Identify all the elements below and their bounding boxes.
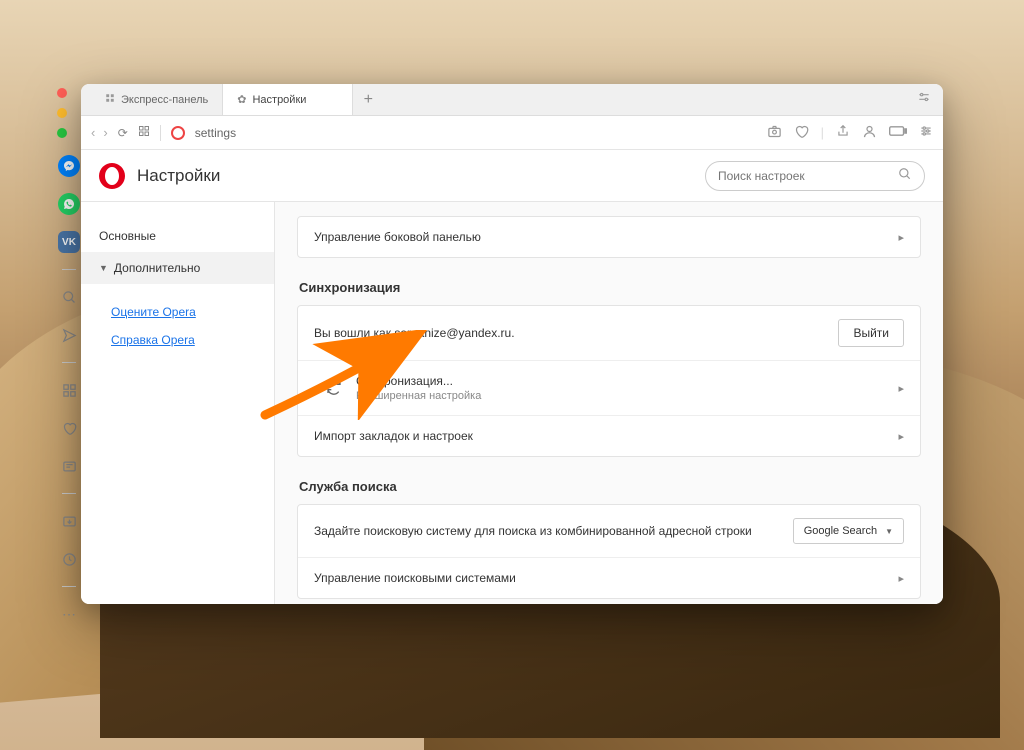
chevron-right-icon: ▸ xyxy=(898,231,904,244)
heart-icon[interactable] xyxy=(58,417,80,439)
send-icon[interactable] xyxy=(58,324,80,346)
chevron-down-icon: ▼ xyxy=(99,263,108,273)
messenger-icon[interactable] xyxy=(58,155,80,177)
browser-sidebar: VK ⋯ xyxy=(57,145,81,625)
page-title: Настройки xyxy=(137,166,220,186)
tab-label: Экспресс-панель xyxy=(121,94,208,106)
share-icon[interactable] xyxy=(836,124,850,141)
row-label: Задайте поисковую систему для поиска из … xyxy=(314,523,793,540)
opera-logo xyxy=(99,163,125,189)
tab-settings[interactable]: ✿ Настройки xyxy=(223,84,353,115)
row-sync-settings[interactable]: Синхронизация... Расширенная настройка ▸ xyxy=(298,360,920,415)
chevron-right-icon: ▸ xyxy=(898,430,904,443)
nav-help-link[interactable]: Справка Opera xyxy=(81,326,274,354)
settings-content[interactable]: Управление боковой панелью ▸ Синхронизац… xyxy=(275,202,943,604)
settings-search[interactable] xyxy=(705,161,925,191)
logged-in-text: Вы вошли как sorganize@yandex.ru. xyxy=(314,326,515,340)
search-engine-select[interactable]: Google Search ▼ xyxy=(793,518,904,544)
window-traffic-lights xyxy=(57,88,67,138)
new-tab-button[interactable]: + xyxy=(353,84,383,115)
chevron-right-icon: ▸ xyxy=(898,572,904,585)
tab-label: Настройки xyxy=(252,94,306,106)
close-window-icon[interactable] xyxy=(57,88,67,98)
opera-logo-icon xyxy=(171,126,185,140)
heart-outline-icon[interactable] xyxy=(794,124,809,142)
minimize-window-icon[interactable] xyxy=(57,108,67,118)
chevron-down-icon: ▼ xyxy=(885,527,893,536)
grid-icon xyxy=(105,93,115,106)
row-label: Управление поисковыми системами xyxy=(314,571,516,585)
row-text: Синхронизация... Расширенная настройка xyxy=(356,374,481,402)
row-label: Управление боковой панелью xyxy=(314,230,481,244)
tab-bar: Экспресс-панель ✿ Настройки + xyxy=(81,84,943,116)
section-search-title: Служба поиска xyxy=(299,479,921,494)
settings-header: Настройки xyxy=(81,150,943,202)
row-label: Импорт закладок и настроек xyxy=(314,429,473,443)
speed-dial-icon[interactable] xyxy=(58,379,80,401)
news-icon[interactable] xyxy=(58,455,80,477)
gear-icon: ✿ xyxy=(237,93,246,106)
row-manage-sidebar[interactable]: Управление боковой панелью ▸ xyxy=(298,217,920,257)
reload-icon[interactable]: ⟳ xyxy=(118,126,128,140)
download-icon[interactable] xyxy=(58,510,80,532)
search-icon xyxy=(898,167,912,184)
easy-setup-icon[interactable] xyxy=(917,90,931,109)
row-search-engine: Задайте поисковую систему для поиска из … xyxy=(298,505,920,557)
chevron-right-icon: ▸ xyxy=(898,382,904,395)
tab-speed-dial[interactable]: Экспресс-панель xyxy=(91,84,223,115)
row-import-bookmarks[interactable]: Импорт закладок и настроек ▸ xyxy=(298,415,920,456)
browser-window: Экспресс-панель ✿ Настройки + ‹ › ⟳ sett… xyxy=(81,84,943,604)
address-bar: ‹ › ⟳ settings | xyxy=(81,116,943,150)
more-icon[interactable]: ⋯ xyxy=(58,603,80,625)
settings-body: Основные ▼ Дополнительно Оцените Opera С… xyxy=(81,202,943,604)
profile-icon[interactable] xyxy=(862,124,877,142)
sync-icon xyxy=(326,379,344,398)
nav-advanced[interactable]: ▼ Дополнительно xyxy=(81,252,274,284)
camera-icon[interactable] xyxy=(767,124,782,142)
nav-rate-link[interactable]: Оцените Opera xyxy=(81,298,274,326)
maximize-window-icon[interactable] xyxy=(57,128,67,138)
whatsapp-icon[interactable] xyxy=(58,193,80,215)
settings-toggle-icon[interactable] xyxy=(919,124,933,141)
speed-dial-icon[interactable] xyxy=(138,125,150,140)
url-text[interactable]: settings xyxy=(195,126,236,140)
back-icon[interactable]: ‹ xyxy=(91,125,95,140)
section-sync-title: Синхронизация xyxy=(299,280,921,295)
battery-icon[interactable] xyxy=(889,125,907,140)
nav-basic[interactable]: Основные xyxy=(81,220,274,252)
logout-button[interactable]: Выйти xyxy=(838,319,904,347)
forward-icon[interactable]: › xyxy=(103,125,107,140)
vk-icon[interactable]: VK xyxy=(58,231,80,253)
row-logged-in: Вы вошли как sorganize@yandex.ru. Выйти xyxy=(298,306,920,360)
row-manage-search[interactable]: Управление поисковыми системами ▸ xyxy=(298,557,920,598)
history-icon[interactable] xyxy=(58,548,80,570)
settings-nav: Основные ▼ Дополнительно Оцените Opera С… xyxy=(81,202,275,604)
search-sidebar-icon[interactable] xyxy=(58,286,80,308)
search-input[interactable] xyxy=(718,169,898,183)
